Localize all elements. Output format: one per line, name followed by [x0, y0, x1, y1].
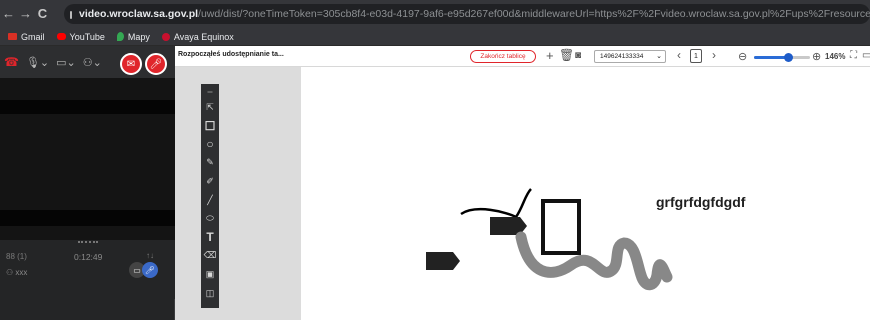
- whiteboard-toolbar: Rozpocząłeś udostępnianie ta... Zakończ …: [175, 46, 870, 67]
- bookmarks-bar: Gmail YouTube Mapy Avaya Equinox: [0, 28, 870, 46]
- bookmark-label: Gmail: [21, 31, 45, 42]
- screen-share-icon[interactable]: ▭⌄: [56, 56, 76, 69]
- rectangle-tool[interactable]: ☐: [203, 117, 217, 134]
- document-select-value: 149624133334: [600, 53, 644, 60]
- zoom-slider-knob[interactable]: [783, 53, 793, 62]
- whiteboard-drawings: [426, 188, 673, 291]
- panel-resize-handle[interactable]: [78, 241, 98, 243]
- camera-off-button[interactable]: ✉: [120, 53, 142, 75]
- participant-avatar-icon: ⚇: [6, 268, 16, 277]
- bookmark-label: Avaya Equinox: [173, 31, 234, 42]
- avaya-icon: [161, 32, 170, 41]
- sort-glyph: ↑↓: [146, 251, 154, 260]
- forward-button[interactable]: →: [17, 0, 34, 28]
- mic-off-button[interactable]: 🎤︎: [145, 53, 167, 75]
- zoom-in-icon[interactable]: ⊕: [812, 50, 821, 63]
- hangup-icon[interactable]: ☎: [4, 55, 19, 69]
- camera-icon[interactable]: ◙: [575, 50, 581, 61]
- pen-tool[interactable]: ✎: [203, 154, 217, 171]
- line-tool[interactable]: ╱: [203, 192, 217, 209]
- workspace-background: [175, 67, 301, 320]
- circle-tool[interactable]: ○: [203, 136, 217, 153]
- zoom-slider[interactable]: [754, 53, 810, 62]
- fullscreen-icon[interactable]: ▭: [862, 50, 870, 61]
- text-tool[interactable]: T: [203, 229, 217, 246]
- highlighter-tool[interactable]: ✐: [203, 173, 217, 190]
- gmail-icon: [8, 33, 17, 40]
- drawing-tools-palette: ═ ⇱ ☐ ○ ✎ ✐ ╱ ⬭ T ⌫ ▣ ◫: [201, 84, 219, 308]
- bookmark-avaya-equinox[interactable]: Avaya Equinox: [161, 31, 234, 42]
- background-tool[interactable]: ◫: [203, 285, 217, 302]
- url-path: /uwd/dist/?oneTimeToken=305cb8f4-e03d-41…: [198, 8, 870, 20]
- prev-page-icon[interactable]: ‹: [677, 48, 681, 62]
- bookmark-mapy[interactable]: Mapy: [116, 31, 150, 42]
- participant-mic-icon[interactable]: 🎤︎: [142, 262, 158, 278]
- next-page-icon[interactable]: ›: [712, 48, 716, 62]
- youtube-icon: [56, 33, 66, 40]
- call-timer: 0:12:49: [74, 252, 103, 262]
- end-whiteboard-button[interactable]: Zakończ tablicę: [470, 50, 536, 63]
- canvas-text[interactable]: grfgrfdgfdgdf: [656, 194, 745, 210]
- eraser-tool[interactable]: ⌫: [203, 247, 217, 264]
- arrow-shape: [426, 252, 460, 270]
- participant-name: xxx: [15, 268, 28, 277]
- arrow-shape-tool[interactable]: ⬭: [203, 210, 217, 227]
- rectangle-shape: [541, 199, 581, 255]
- lock-icon: [70, 11, 72, 19]
- map-pin-icon: [116, 32, 124, 41]
- document-select[interactable]: 149624133334 ⌄: [594, 50, 666, 63]
- bookmark-label: Mapy: [127, 31, 150, 42]
- reload-button[interactable]: C: [34, 0, 51, 28]
- bookmark-gmail[interactable]: Gmail: [8, 32, 45, 42]
- participant-controls: ▭ 🎤︎: [129, 262, 158, 278]
- chevron-down-icon: ⌄: [656, 53, 662, 60]
- toolbar-grip[interactable]: ═: [203, 88, 217, 97]
- sharing-status: Rozpocząłeś udostępnianie ta...: [178, 51, 284, 58]
- add-page-icon[interactable]: +: [546, 48, 554, 63]
- insert-image-tool[interactable]: ▣: [203, 266, 217, 283]
- bookmark-label: YouTube: [69, 31, 105, 42]
- zoom-out-icon[interactable]: ⊖: [738, 50, 747, 63]
- url-host: video.wroclaw.sa.gov.pl: [79, 8, 199, 20]
- trash-icon[interactable]: 🗑︎: [559, 48, 574, 62]
- video-band: [0, 100, 175, 114]
- bookmark-youtube[interactable]: YouTube: [56, 31, 105, 42]
- select-tool[interactable]: ⇱: [203, 99, 217, 116]
- audio-device-icon[interactable]: 🎙︎⌄: [26, 56, 49, 69]
- zoom-level: 146%: [825, 52, 846, 61]
- video-band: [0, 210, 175, 226]
- participant-row[interactable]: ⚇ xxx: [6, 268, 27, 277]
- browser-address-row: ← → C video.wroclaw.sa.gov.pl/uwd/dist/?…: [0, 0, 870, 28]
- zoom-slider-fill: [754, 56, 788, 59]
- sort-icon[interactable]: ↑↓: [146, 251, 154, 260]
- back-button[interactable]: ←: [0, 0, 17, 28]
- page-number[interactable]: 1: [690, 49, 702, 63]
- fit-screen-icon[interactable]: ⛶: [850, 50, 857, 61]
- participants-icon[interactable]: ⚇⌄: [83, 56, 102, 69]
- pen-stroke: [460, 188, 532, 219]
- participants-count: 88 (1): [6, 252, 27, 261]
- address-bar[interactable]: video.wroclaw.sa.gov.pl/uwd/dist/?oneTim…: [64, 4, 870, 24]
